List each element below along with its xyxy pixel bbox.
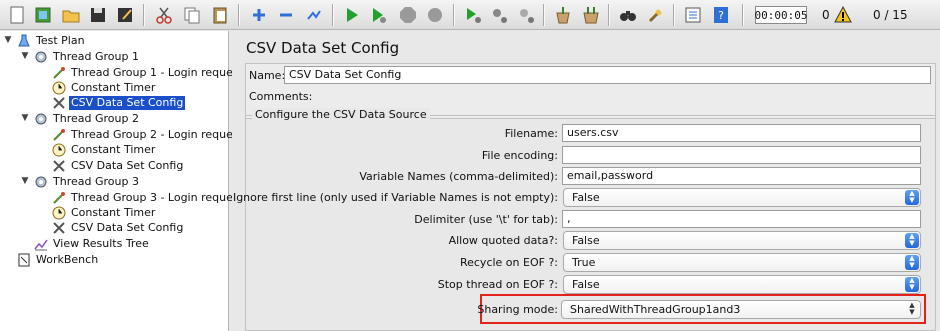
comments-label: Comments: [249, 90, 313, 103]
clear-all-icon[interactable] [580, 4, 602, 26]
chevron-updown-icon: ▲ ▼ [905, 233, 919, 248]
chevron-updown-icon: ▲ ▼ [905, 255, 919, 270]
search-icon[interactable] [617, 4, 639, 26]
new-icon[interactable] [6, 4, 28, 26]
chevron-updown-icon: ▲ ▼ [905, 277, 919, 292]
chevron-updown-icon: ▲ ▼ [909, 301, 915, 316]
filename-field[interactable]: users.csv [562, 124, 921, 142]
tree-node-constant-timer-3[interactable]: Constant Timer [51, 205, 157, 221]
save-icon[interactable] [87, 4, 109, 26]
expand-toggle[interactable]: ▼ [20, 113, 30, 123]
sampler-icon [51, 65, 67, 81]
variable-names-label: Variable Names (comma-delimited): [359, 170, 558, 183]
recycle-eof-select[interactable]: True ▲ ▼ [563, 253, 921, 272]
remote-start-icon[interactable] [462, 4, 484, 26]
stop-thread-eof-select[interactable]: False ▲ ▼ [563, 275, 921, 294]
tree-node-login-request-3[interactable]: Thread Group 3 - Login request [51, 190, 245, 206]
tree-node-constant-timer-1[interactable]: Constant Timer [51, 80, 157, 96]
tree-node-constant-timer-2[interactable]: Constant Timer [51, 142, 157, 158]
tree-node-login-request-1[interactable]: Thread Group 1 - Login request [51, 65, 245, 81]
timer-icon [51, 80, 67, 96]
delimiter-label: Delimiter (use '\t' for tab): [414, 213, 558, 226]
tree-node-login-request-2[interactable]: Thread Group 2 - Login request [51, 127, 245, 143]
panel-title: CSV Data Set Config [246, 39, 400, 57]
help-icon[interactable]: ? [710, 4, 732, 26]
tree-node-thread-group-3[interactable]: Thread Group 3 [33, 174, 141, 190]
config-icon [51, 95, 67, 111]
remote-stop-icon[interactable] [488, 4, 510, 26]
config-icon [51, 220, 67, 236]
remote-shutdown-icon[interactable] [515, 4, 537, 26]
expand-toggle[interactable]: ▼ [20, 176, 30, 186]
expand-icon[interactable] [248, 4, 270, 26]
ignore-first-line-select[interactable]: False ▲ ▼ [563, 188, 921, 207]
clear-icon[interactable] [552, 4, 574, 26]
test-plan-tree: ▼ Test Plan ▼ Thread Group 1 Thread Grou… [0, 31, 243, 331]
stop-icon[interactable] [397, 4, 419, 26]
delimiter-field[interactable]: , [562, 210, 921, 228]
stop-thread-eof-label: Stop thread on EOF ?: [437, 278, 558, 291]
shutdown-icon[interactable] [424, 4, 446, 26]
templates-icon[interactable] [32, 4, 54, 26]
expand-toggle[interactable]: ▼ [3, 35, 13, 45]
config-panel: CSV Data Set Config Name: CSV Data Set C… [232, 31, 940, 331]
test-plan-icon [16, 33, 32, 49]
encoding-field[interactable] [562, 146, 921, 164]
expand-toggle[interactable]: ▼ [20, 51, 30, 61]
save-as-icon[interactable] [114, 4, 136, 26]
ignore-first-line-label: Ignore first line (only used if Variable… [232, 191, 558, 204]
config-icon [51, 158, 67, 174]
thread-group-icon [33, 174, 49, 190]
thread-group-icon [33, 111, 49, 127]
timer-icon [51, 205, 67, 221]
sharing-mode-select[interactable]: SharedWithThreadGroup1and3 ▲ ▼ [561, 300, 921, 319]
toggle-icon[interactable] [303, 4, 325, 26]
allow-quoted-label: Allow quoted data?: [448, 234, 558, 247]
tree-node-thread-group-1[interactable]: Thread Group 1 [33, 49, 141, 65]
name-label: Name: [249, 69, 286, 82]
tree-node-test-plan[interactable]: Test Plan [16, 33, 87, 49]
collapse-icon[interactable] [275, 4, 297, 26]
tree-node-csv-config-1[interactable]: CSV Data Set Config [51, 95, 186, 111]
start-no-pauses-icon[interactable] [368, 4, 390, 26]
variable-names-field[interactable]: email,password [562, 167, 921, 185]
filename-label: Filename: [504, 127, 558, 140]
group-title: Configure the CSV Data Source [252, 108, 430, 121]
cut-icon[interactable] [153, 4, 175, 26]
tree-node-csv-config-3[interactable]: CSV Data Set Config [51, 220, 185, 236]
sampler-icon [51, 190, 67, 206]
open-icon[interactable] [60, 4, 82, 26]
timer-icon [51, 142, 67, 158]
tree-node-view-results-tree[interactable]: View Results Tree [33, 236, 151, 252]
allow-quoted-select[interactable]: False ▲ ▼ [563, 231, 921, 250]
warning-count: 0 [822, 8, 830, 22]
recycle-eof-label: Recycle on EOF ?: [459, 256, 558, 269]
paste-icon[interactable] [209, 4, 231, 26]
warning-icon[interactable] [832, 4, 854, 26]
sharing-mode-label: Sharing mode: [477, 303, 558, 316]
tree-node-workbench[interactable]: WorkBench [16, 252, 100, 268]
listener-icon [33, 236, 49, 252]
chevron-updown-icon: ▲ ▼ [905, 190, 919, 205]
tree-node-thread-group-2[interactable]: Thread Group 2 [33, 111, 141, 127]
workbench-icon [16, 252, 32, 268]
tree-node-csv-config-2[interactable]: CSV Data Set Config [51, 158, 185, 174]
elapsed-time: 00:00:05 [755, 6, 808, 24]
reset-search-icon[interactable] [645, 4, 667, 26]
sampler-icon [51, 127, 67, 143]
svg-text:?: ? [718, 9, 724, 22]
start-icon[interactable] [341, 4, 363, 26]
copy-icon[interactable] [181, 4, 203, 26]
thread-count: 0 / 15 [873, 8, 908, 22]
function-helper-icon[interactable] [682, 4, 704, 26]
encoding-label: File encoding: [481, 149, 558, 162]
name-field[interactable]: CSV Data Set Config [284, 66, 931, 84]
toolbar: ? 00:00:05 0 0 / 15 [0, 0, 940, 30]
thread-group-icon [33, 49, 49, 65]
